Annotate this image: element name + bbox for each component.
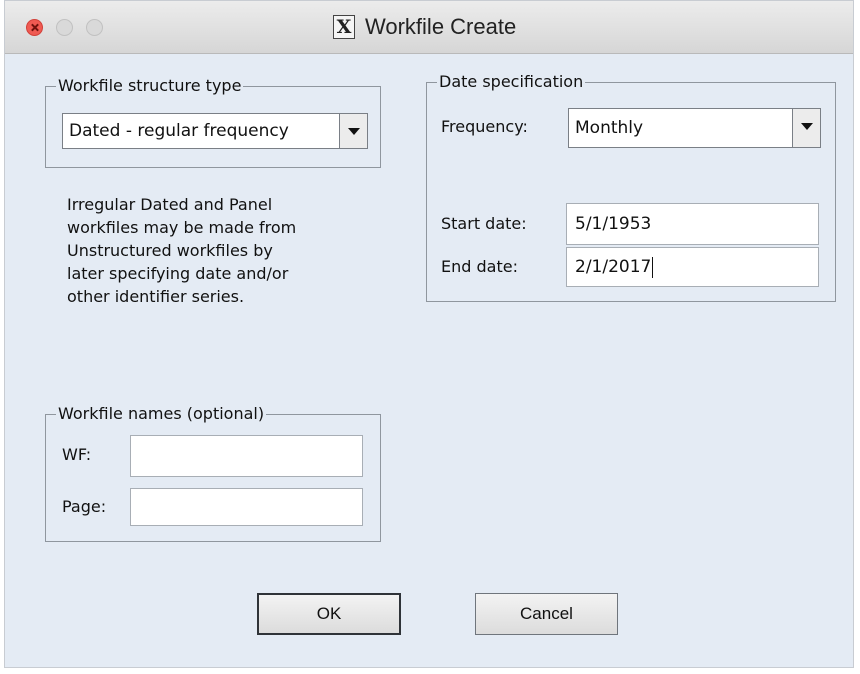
- info-note: Irregular Dated and Panel workfiles may …: [67, 193, 367, 308]
- ok-button[interactable]: OK: [257, 593, 401, 635]
- date-specification-legend: Date specification: [437, 70, 586, 94]
- zoom-window-button[interactable]: [86, 19, 103, 36]
- info-note-line: Unstructured workfiles by: [67, 241, 273, 260]
- info-note-line: Irregular Dated and Panel: [67, 195, 273, 214]
- frequency-value: Monthly: [575, 118, 644, 138]
- cancel-button[interactable]: Cancel: [475, 593, 618, 635]
- window-title: Workfile Create: [365, 14, 517, 39]
- end-date-value: 2/1/2017: [575, 257, 652, 277]
- workfile-names-group: Workfile names (optional) WF: Page:: [45, 402, 381, 542]
- structure-type-select[interactable]: Dated - regular frequency: [62, 113, 368, 149]
- close-window-button[interactable]: [26, 19, 43, 36]
- structure-type-group: Workfile structure type Dated - regular …: [45, 74, 381, 168]
- start-date-value: 5/1/1953: [575, 214, 652, 234]
- info-note-line: later specifying date and/or: [67, 264, 289, 283]
- end-date-label: End date:: [441, 257, 518, 276]
- page-label: Page:: [62, 497, 107, 516]
- structure-type-legend: Workfile structure type: [56, 74, 244, 98]
- workfile-create-dialog: X Workfile Create Workfile structure typ…: [4, 0, 854, 668]
- end-date-input[interactable]: 2/1/2017: [566, 247, 819, 287]
- x11-app-icon: X: [333, 15, 355, 39]
- title-bar: X Workfile Create: [5, 1, 853, 54]
- info-note-line: workfiles may be made from: [67, 218, 297, 237]
- start-date-label: Start date:: [441, 214, 527, 233]
- frequency-dropdown-arrow-icon[interactable]: [792, 109, 820, 147]
- page-name-input[interactable]: [130, 488, 363, 526]
- structure-type-value: Dated - regular frequency: [69, 121, 289, 141]
- date-specification-group: Date specification Frequency: Monthly St…: [426, 70, 836, 302]
- workfile-names-legend: Workfile names (optional): [56, 402, 267, 426]
- structure-type-dropdown-arrow-icon[interactable]: [339, 114, 367, 148]
- wf-label: WF:: [62, 445, 92, 464]
- start-date-input[interactable]: 5/1/1953: [566, 203, 819, 245]
- info-note-line: other identifier series.: [67, 287, 245, 306]
- frequency-select[interactable]: Monthly: [568, 108, 821, 148]
- minimize-window-button[interactable]: [56, 19, 73, 36]
- wf-name-input[interactable]: [130, 435, 363, 477]
- frequency-label: Frequency:: [441, 117, 528, 136]
- text-cursor: [652, 256, 654, 278]
